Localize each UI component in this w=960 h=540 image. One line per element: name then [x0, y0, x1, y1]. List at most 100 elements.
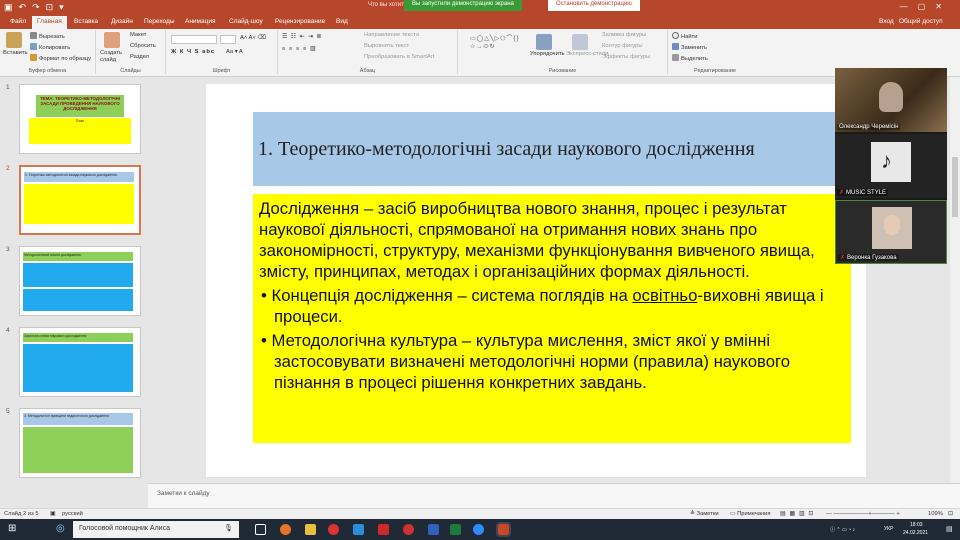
font-grow-icon[interactable]: A˄ A˅ ⌫: [240, 35, 266, 41]
font-style-buttons[interactable]: Ж К Ч S abc: [171, 49, 215, 55]
tab-transitions[interactable]: Переходы: [144, 18, 175, 25]
align-buttons-icon[interactable]: ≡ ≡ ≡ ≡ ▥: [282, 46, 316, 52]
firefox-icon[interactable]: [280, 524, 291, 535]
paste-icon[interactable]: [6, 32, 22, 48]
excel-icon[interactable]: [450, 524, 461, 535]
language-indicator[interactable]: русский: [62, 511, 83, 517]
shape-outline-button[interactable]: Контур фигуры: [602, 43, 643, 49]
save-icon[interactable]: ▣: [4, 2, 13, 13]
alice-assistant-icon[interactable]: ◎: [56, 523, 65, 534]
tab-file[interactable]: Файл: [10, 18, 26, 25]
redo-icon[interactable]: ↷: [32, 2, 40, 13]
tab-design[interactable]: Дизайн: [111, 18, 133, 25]
zoom-slider[interactable]: — ——————+———— +: [826, 511, 900, 517]
slide-thumbnail-2[interactable]: 1. Теоретико-методологічні засади науков…: [19, 165, 141, 235]
task-view-icon[interactable]: [255, 524, 266, 535]
new-slide-button[interactable]: Создать слайд: [100, 50, 126, 64]
current-slide[interactable]: 1. Теоретико-методологічні засади науков…: [206, 84, 866, 477]
zoom-app-icon[interactable]: [473, 524, 484, 535]
stop-share-button[interactable]: Остановить демонстрацию: [548, 0, 640, 11]
muted-mic-icon: ✗: [839, 190, 845, 196]
slide-thumbnail-4[interactable]: Загальна схема наукового дослідження: [19, 327, 141, 397]
file-explorer-icon[interactable]: [305, 524, 316, 535]
section-button[interactable]: Раздел: [130, 54, 149, 60]
tab-animation[interactable]: Анимация: [185, 18, 216, 25]
slide-thumbnail-1[interactable]: ТЕМА: ТЕОРЕТИКО-МЕТОДОЛОГІЧНІ ЗАСАДИ ПРО…: [19, 84, 141, 154]
zoom-level[interactable]: 109%: [928, 511, 943, 517]
participant-video-tile[interactable]: ♪ ✗ MUSIC STYLE: [835, 134, 947, 198]
paste-button[interactable]: Вставить: [3, 50, 28, 56]
scrollbar-thumb[interactable]: [952, 157, 958, 217]
tab-insert[interactable]: Вставка: [74, 18, 98, 25]
slide-title-box[interactable]: 1. Теоретико-методологічні засади науков…: [253, 112, 835, 186]
yandex-browser-icon[interactable]: [328, 524, 339, 535]
voice-assistant-search[interactable]: Голосовой помощник Алиса 🎙: [73, 521, 239, 538]
font-name-box[interactable]: [171, 35, 217, 44]
powerpoint-icon[interactable]: [496, 522, 511, 537]
customize-qat-icon[interactable]: ▾: [59, 2, 64, 13]
copy-button[interactable]: Копировать: [30, 43, 70, 51]
slide-thumbnail-3[interactable]: Методологічний аналіз дослідження: [19, 246, 141, 316]
reset-button[interactable]: Сбросить: [130, 43, 156, 49]
find-button[interactable]: Найти: [672, 32, 698, 40]
share-button[interactable]: Общий доступ: [899, 18, 943, 25]
font-size-box[interactable]: [220, 35, 236, 44]
smartart-button[interactable]: Преобразовать в SmartArt: [364, 54, 434, 60]
tab-view[interactable]: Вид: [336, 18, 348, 25]
ribbon: Вставить Вырезать Копировать Формат по о…: [0, 29, 960, 77]
list-buttons-icon[interactable]: ☰ ☷ ⇤ ⇥ ≣: [282, 34, 322, 40]
drawing-group-label: Рисование: [548, 68, 577, 74]
font-color-icon[interactable]: Aa ▾ A: [226, 49, 243, 55]
shape-effects-button[interactable]: Эффекты фигуры: [602, 54, 650, 60]
text-direction-button[interactable]: Направление текста: [364, 32, 419, 38]
notes-toggle-button[interactable]: ≜ Заметки: [690, 511, 719, 517]
align-text-button[interactable]: Выровнять текст: [364, 43, 409, 49]
tab-review[interactable]: Рецензирование: [275, 18, 325, 25]
participant-video-tile[interactable]: ✗ Веронка Гузакова: [835, 200, 947, 264]
participant-video-tile[interactable]: Олександр Черемісін: [835, 68, 947, 132]
keyboard-language[interactable]: УКР: [884, 526, 893, 532]
tab-home[interactable]: Главная: [32, 16, 67, 29]
clock-date[interactable]: 24.02.2021: [903, 530, 928, 536]
shape-fill-button[interactable]: Заливка фигуры: [602, 32, 646, 38]
drawing-group: ▭◯△╲▷⬠⌒{}☆→⬭↻ Упорядочить Экспресс-стили…: [458, 30, 668, 74]
layout-button[interactable]: Макет: [130, 32, 146, 38]
replace-button[interactable]: Заменить: [672, 43, 707, 51]
quick-styles-icon[interactable]: [572, 34, 588, 50]
arrange-button[interactable]: Упорядочить: [530, 51, 565, 57]
tab-slideshow[interactable]: Слайд-шоу: [229, 18, 263, 25]
comments-toggle-button[interactable]: ▭ Примечания: [730, 511, 771, 517]
media-player-icon[interactable]: [378, 524, 389, 535]
vertical-scrollbar[interactable]: [950, 77, 960, 483]
thumb-subtitle: План: [29, 118, 131, 144]
format-painter-button[interactable]: Формат по образцу: [30, 54, 91, 62]
spellcheck-icon[interactable]: ▣: [50, 511, 55, 517]
start-slideshow-icon[interactable]: ⊡: [46, 2, 54, 13]
cut-label: Вырезать: [39, 34, 65, 40]
notes-pane[interactable]: Заметки к слайду: [148, 483, 960, 508]
window-controls[interactable]: —▢✕: [900, 2, 952, 11]
opera-icon[interactable]: [403, 524, 414, 535]
font-group-label: Шрифт: [212, 68, 231, 74]
thumb-title: Методологічний аналіз дослідження: [23, 252, 133, 261]
slide-thumbnail-5[interactable]: 3. Методологічні принципи педагогічного …: [19, 408, 141, 478]
new-slide-icon[interactable]: [104, 32, 120, 48]
bullet-item: • Концепція дослідження – система погляд…: [261, 286, 824, 326]
cut-button[interactable]: Вырезать: [30, 32, 65, 40]
select-button[interactable]: Выделить: [672, 54, 708, 62]
shapes-gallery[interactable]: ▭◯△╲▷⬠⌒{}☆→⬭↻: [470, 35, 518, 59]
view-buttons-icon[interactable]: ▤▦▥⊡: [780, 511, 817, 517]
edge-icon[interactable]: [353, 524, 364, 535]
notifications-icon[interactable]: ▤: [946, 525, 953, 533]
word-icon[interactable]: [428, 524, 439, 535]
clock-time[interactable]: 18:03: [910, 522, 923, 528]
microphone-icon[interactable]: 🎙: [224, 524, 233, 532]
system-tray-icons[interactable]: ⓘ ⌃ ▭ ◔ ♪: [830, 526, 855, 533]
windows-start-icon[interactable]: ⊞: [8, 523, 16, 534]
signin-link[interactable]: Вход: [879, 18, 894, 25]
arrange-icon[interactable]: [536, 34, 552, 50]
slide-content-box[interactable]: Дослідження – засіб виробництва нового з…: [253, 194, 851, 443]
clipboard-group-label: Буфер обмена: [28, 68, 67, 74]
fit-slide-icon[interactable]: ⊡: [948, 511, 953, 517]
undo-icon[interactable]: ↶: [19, 2, 27, 13]
